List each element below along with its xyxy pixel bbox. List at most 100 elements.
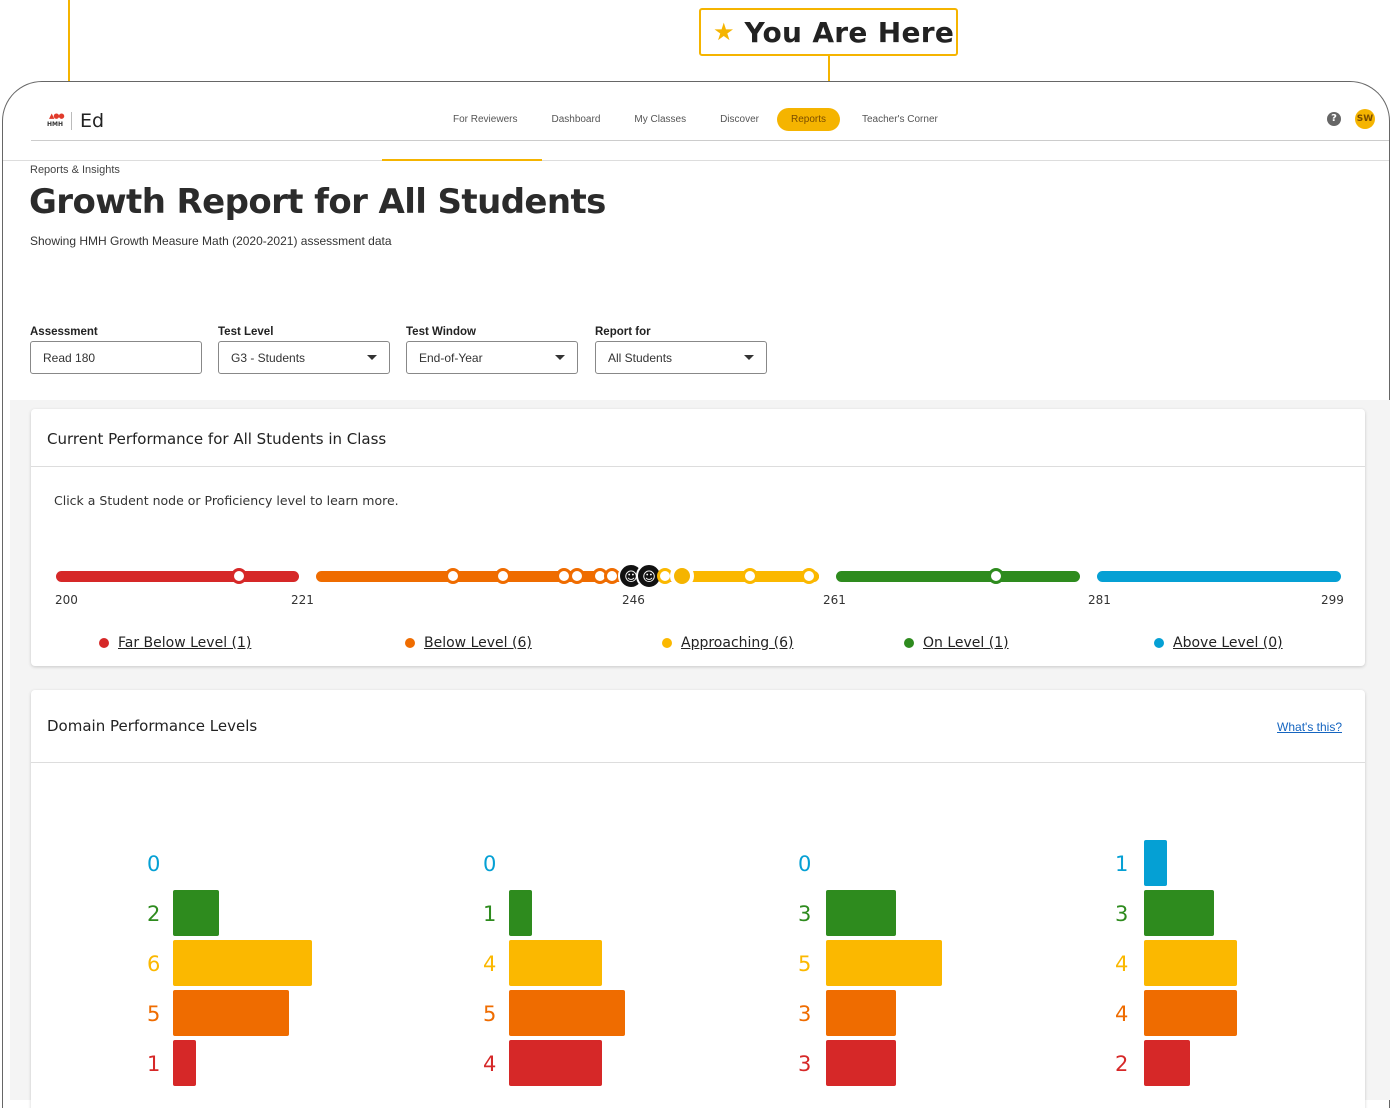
nav-reports[interactable]: Reports bbox=[776, 108, 840, 131]
student-node[interactable] bbox=[569, 568, 585, 584]
domain-level-bar[interactable] bbox=[509, 940, 602, 986]
card-divider bbox=[31, 466, 1365, 467]
logo-divider bbox=[71, 112, 72, 130]
report-for-label: Report for bbox=[595, 326, 651, 338]
user-avatar[interactable]: SW bbox=[1355, 109, 1375, 129]
domain-title: Domain Performance Levels bbox=[47, 717, 258, 735]
domain-level-bar[interactable] bbox=[1144, 840, 1168, 886]
domain-level-bar[interactable] bbox=[509, 990, 625, 1036]
domain-count-label: 0 bbox=[483, 852, 497, 876]
domain-level-bar[interactable] bbox=[173, 1040, 197, 1086]
report-for-value: All Students bbox=[608, 350, 673, 365]
above-level-range-bar[interactable] bbox=[1097, 571, 1341, 582]
domain-count-label: 1 bbox=[1115, 852, 1129, 876]
student-node[interactable] bbox=[801, 568, 817, 584]
legend-below-level[interactable]: Below Level (6) bbox=[405, 635, 532, 651]
breadcrumb[interactable]: Reports & Insights bbox=[30, 164, 120, 176]
performance-hint: Click a Student node or Proficiency leve… bbox=[54, 493, 399, 508]
domain-count-label: 1 bbox=[483, 902, 497, 926]
student-node[interactable] bbox=[988, 568, 1004, 584]
legend-above-level[interactable]: Above Level (0) bbox=[1154, 635, 1283, 651]
domain-level-bar[interactable] bbox=[1144, 890, 1214, 936]
domain-level-bar[interactable] bbox=[509, 1040, 602, 1086]
scale-tick: 299 bbox=[1321, 593, 1344, 607]
domain-count-label: 4 bbox=[483, 1052, 497, 1076]
legend-label: On Level (1) bbox=[923, 635, 1009, 651]
page-subtitle: Showing HMH Growth Measure Math (2020-20… bbox=[30, 234, 392, 248]
legend-label: Approaching (6) bbox=[681, 635, 794, 651]
hmh-ed-logo[interactable]: ▲●● HMH Ed bbox=[47, 110, 104, 132]
scale-tick: 200 bbox=[55, 593, 78, 607]
domain-level-bar[interactable] bbox=[826, 1040, 896, 1086]
top-navigation: ▲●● HMH Ed For Reviewers Dashboard My Cl… bbox=[3, 82, 1389, 142]
student-node[interactable] bbox=[231, 568, 247, 584]
help-icon[interactable]: ? bbox=[1327, 112, 1341, 126]
nav-my-classes[interactable]: My Classes bbox=[634, 114, 686, 125]
hmh-logo-mark: ▲●● HMH bbox=[47, 113, 67, 129]
legend-label: Far Below Level (1) bbox=[118, 635, 252, 651]
report-for-select[interactable]: All Students bbox=[595, 341, 767, 374]
domain-level-bar[interactable] bbox=[1144, 1040, 1191, 1086]
student-node[interactable] bbox=[495, 568, 511, 584]
you-are-here-callout: ★ You Are Here bbox=[699, 8, 958, 56]
above-level-dot-icon bbox=[1154, 638, 1164, 648]
callout-label: You Are Here bbox=[744, 15, 955, 49]
test-window-value: End-of-Year bbox=[419, 350, 483, 365]
scale-tick: 261 bbox=[823, 593, 846, 607]
subnav-divider bbox=[3, 160, 1389, 161]
chevron-down-icon bbox=[367, 355, 377, 360]
domain-count-label: 4 bbox=[1115, 1002, 1129, 1026]
nav-teachers-corner[interactable]: Teacher's Corner bbox=[862, 114, 938, 125]
brand-name: Ed bbox=[80, 110, 105, 132]
star-icon: ★ bbox=[713, 18, 735, 46]
on-level-dot-icon bbox=[904, 638, 914, 648]
test-level-label: Test Level bbox=[218, 326, 274, 338]
domain-count-label: 5 bbox=[798, 952, 812, 976]
test-level-value: G3 - Students bbox=[231, 350, 306, 365]
far-below-dot-icon bbox=[99, 638, 109, 648]
domain-level-bar[interactable] bbox=[509, 890, 533, 936]
domain-level-bar[interactable] bbox=[173, 890, 220, 936]
domain-level-bar[interactable] bbox=[1144, 990, 1237, 1036]
assessment-field[interactable]: Read 180 bbox=[30, 341, 202, 374]
legend-label: Below Level (6) bbox=[424, 635, 532, 651]
far-below-range-bar[interactable] bbox=[56, 571, 299, 582]
selected-student-node[interactable] bbox=[670, 564, 694, 588]
domain-level-bar[interactable] bbox=[826, 940, 942, 986]
test-window-select[interactable]: End-of-Year bbox=[406, 341, 578, 374]
test-level-select[interactable]: G3 - Students bbox=[218, 341, 390, 374]
assessment-label: Assessment bbox=[30, 326, 98, 338]
nav-dashboard[interactable]: Dashboard bbox=[551, 114, 600, 125]
domain-level-bar[interactable] bbox=[1144, 940, 1237, 986]
nav-for-reviewers[interactable]: For Reviewers bbox=[453, 114, 517, 125]
domain-count-label: 6 bbox=[147, 952, 161, 976]
test-window-label: Test Window bbox=[406, 326, 476, 338]
on-level-range-bar[interactable] bbox=[836, 571, 1080, 582]
domain-level-bar[interactable] bbox=[173, 990, 289, 1036]
nav-discover[interactable]: Discover bbox=[720, 114, 759, 125]
legend-far-below-level[interactable]: Far Below Level (1) bbox=[99, 635, 251, 651]
domain-performance-card: Domain Performance Levels What's this? 0… bbox=[31, 690, 1365, 1108]
logo-dots-icon: ▲●● bbox=[49, 112, 65, 120]
legend-on-level[interactable]: On Level (1) bbox=[904, 635, 1009, 651]
domain-count-label: 0 bbox=[798, 852, 812, 876]
performance-title: Current Performance for All Students in … bbox=[47, 430, 387, 448]
assessment-value: Read 180 bbox=[43, 350, 96, 365]
domain-count-label: 4 bbox=[1115, 952, 1129, 976]
domain-count-label: 3 bbox=[798, 902, 812, 926]
approaching-dot-icon bbox=[662, 638, 672, 648]
domain-level-bar[interactable] bbox=[826, 890, 896, 936]
whats-this-link[interactable]: What's this? bbox=[1277, 720, 1342, 734]
nav-links: For Reviewers Dashboard My Classes Disco… bbox=[453, 108, 972, 131]
domain-count-label: 1 bbox=[147, 1052, 161, 1076]
domain-count-label: 0 bbox=[147, 852, 161, 876]
active-tab-underline bbox=[382, 159, 542, 161]
chevron-down-icon bbox=[744, 355, 754, 360]
domain-count-label: 2 bbox=[147, 902, 161, 926]
domain-level-bar[interactable] bbox=[826, 990, 896, 1036]
student-node[interactable] bbox=[445, 568, 461, 584]
domain-level-bar[interactable] bbox=[173, 940, 313, 986]
student-node[interactable] bbox=[742, 568, 758, 584]
legend-approaching[interactable]: Approaching (6) bbox=[662, 635, 793, 651]
legend-label: Above Level (0) bbox=[1173, 635, 1283, 651]
